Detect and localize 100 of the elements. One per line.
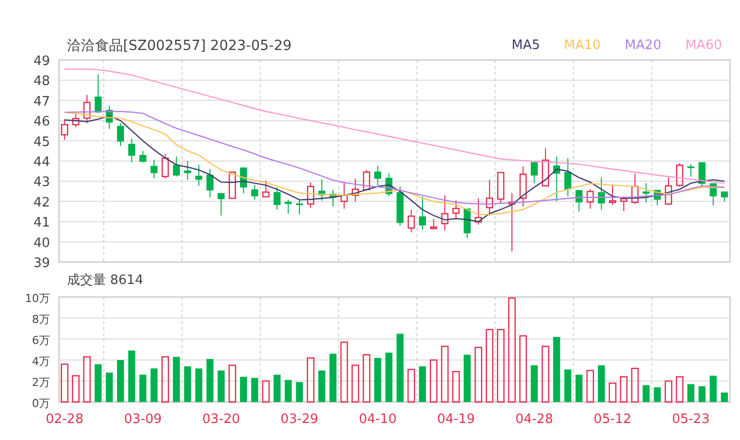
candlestick xyxy=(664,177,672,206)
candlestick xyxy=(642,182,650,203)
volume-bar xyxy=(161,356,170,403)
candlestick xyxy=(576,190,583,212)
volume-bar xyxy=(240,376,248,402)
date-axis-label: 03-09 xyxy=(124,412,162,427)
candlestick xyxy=(464,208,471,239)
volume-bar xyxy=(262,380,270,403)
volume-bar xyxy=(441,346,449,403)
axis-tick-label: 40 xyxy=(33,236,50,251)
volume-bar xyxy=(251,378,258,402)
volume-bar xyxy=(710,376,717,402)
volume-bar xyxy=(598,365,605,402)
candlestick xyxy=(374,165,382,186)
volume-bar xyxy=(306,357,314,403)
candlestick xyxy=(452,200,460,219)
candlestick xyxy=(530,160,538,184)
volume-bar xyxy=(274,374,281,402)
candlestick xyxy=(162,153,169,179)
volume-bar xyxy=(654,387,661,402)
axis-tick-label: 10万 xyxy=(25,292,50,305)
volume-bar xyxy=(206,358,214,402)
candlestick xyxy=(184,160,192,180)
legend-label: MA10 xyxy=(564,38,601,53)
candlestick xyxy=(352,178,359,202)
candlestick xyxy=(262,180,270,198)
candlestick xyxy=(296,199,303,215)
candlestick xyxy=(72,113,80,128)
candlestick xyxy=(139,150,146,163)
candlestick xyxy=(608,184,616,206)
volume-bar xyxy=(318,370,326,402)
candlestick xyxy=(284,199,292,214)
candlestick xyxy=(586,188,594,210)
volume-bar xyxy=(464,354,471,402)
volume-bar xyxy=(698,386,706,402)
volume-bar xyxy=(352,364,360,403)
axis-tick-label: 45 xyxy=(33,134,50,150)
candlestick xyxy=(150,159,158,179)
date-axis-label: 04-28 xyxy=(515,412,554,427)
candlestick xyxy=(330,189,336,207)
axis-tick-label: 4万 xyxy=(32,355,50,368)
candlestick xyxy=(418,196,426,230)
candlestick xyxy=(206,168,214,198)
volume-bar xyxy=(362,354,370,403)
volume-bar xyxy=(94,364,102,402)
candlestick xyxy=(520,166,527,207)
volume-bar xyxy=(296,382,303,402)
volume-bar xyxy=(385,352,392,402)
volume-bar xyxy=(340,342,348,403)
axis-tick-label: 2万 xyxy=(32,376,50,389)
axis-tick-label: 44 xyxy=(33,155,50,170)
candlestick xyxy=(106,105,113,130)
date-axis-label: 05-12 xyxy=(594,412,632,427)
candlestick xyxy=(195,164,202,186)
volume-bar xyxy=(228,364,236,403)
candlestick xyxy=(396,186,404,226)
candlestick xyxy=(698,162,706,188)
candlestick xyxy=(474,198,482,226)
candlestick xyxy=(441,194,448,231)
volume-bar xyxy=(474,346,482,403)
volume-bar xyxy=(172,356,180,402)
axis-tick-label: 42 xyxy=(33,195,50,210)
candlestick xyxy=(385,172,392,197)
candlestick xyxy=(631,173,639,204)
volume-bar xyxy=(83,356,91,403)
candlestick xyxy=(497,172,504,204)
candlestick xyxy=(620,196,628,212)
volume-bar xyxy=(608,382,616,403)
axis-tick-label: 41 xyxy=(33,216,50,231)
candlestick xyxy=(362,169,370,190)
volume-bar xyxy=(72,375,80,403)
date-axis-label: 04-10 xyxy=(358,412,397,427)
date-axis-label: 04-19 xyxy=(437,412,475,427)
candlestick xyxy=(61,118,68,140)
volume-bar xyxy=(586,370,594,403)
candlestick xyxy=(542,148,550,186)
volume-bar xyxy=(218,370,225,402)
candlestick xyxy=(251,184,258,200)
candlestick xyxy=(553,156,560,202)
volume-bar xyxy=(139,374,146,402)
axis-tick-label: 6万 xyxy=(32,334,50,347)
volume-bar xyxy=(184,366,192,402)
candlestick xyxy=(94,74,102,114)
axis-tick-label: 43 xyxy=(33,175,50,190)
candlestick xyxy=(218,192,225,216)
candlestick xyxy=(654,189,661,206)
volume-title: 成交量 8614 xyxy=(67,272,144,289)
date-axis-label: 05-23 xyxy=(672,412,710,427)
legend-label: MA20 xyxy=(624,38,662,53)
legend-label: MA5 xyxy=(512,38,540,53)
volume-bar xyxy=(117,360,124,402)
candlestick xyxy=(720,191,728,202)
candlestick xyxy=(710,182,717,206)
candlestick xyxy=(430,218,438,230)
candlestick xyxy=(240,166,248,194)
axis-tick-label: 46 xyxy=(33,114,50,130)
candlestick xyxy=(83,94,91,124)
axis-tick-label: 0万 xyxy=(32,397,50,410)
candlestick xyxy=(274,186,281,210)
volume-bar xyxy=(418,366,426,402)
